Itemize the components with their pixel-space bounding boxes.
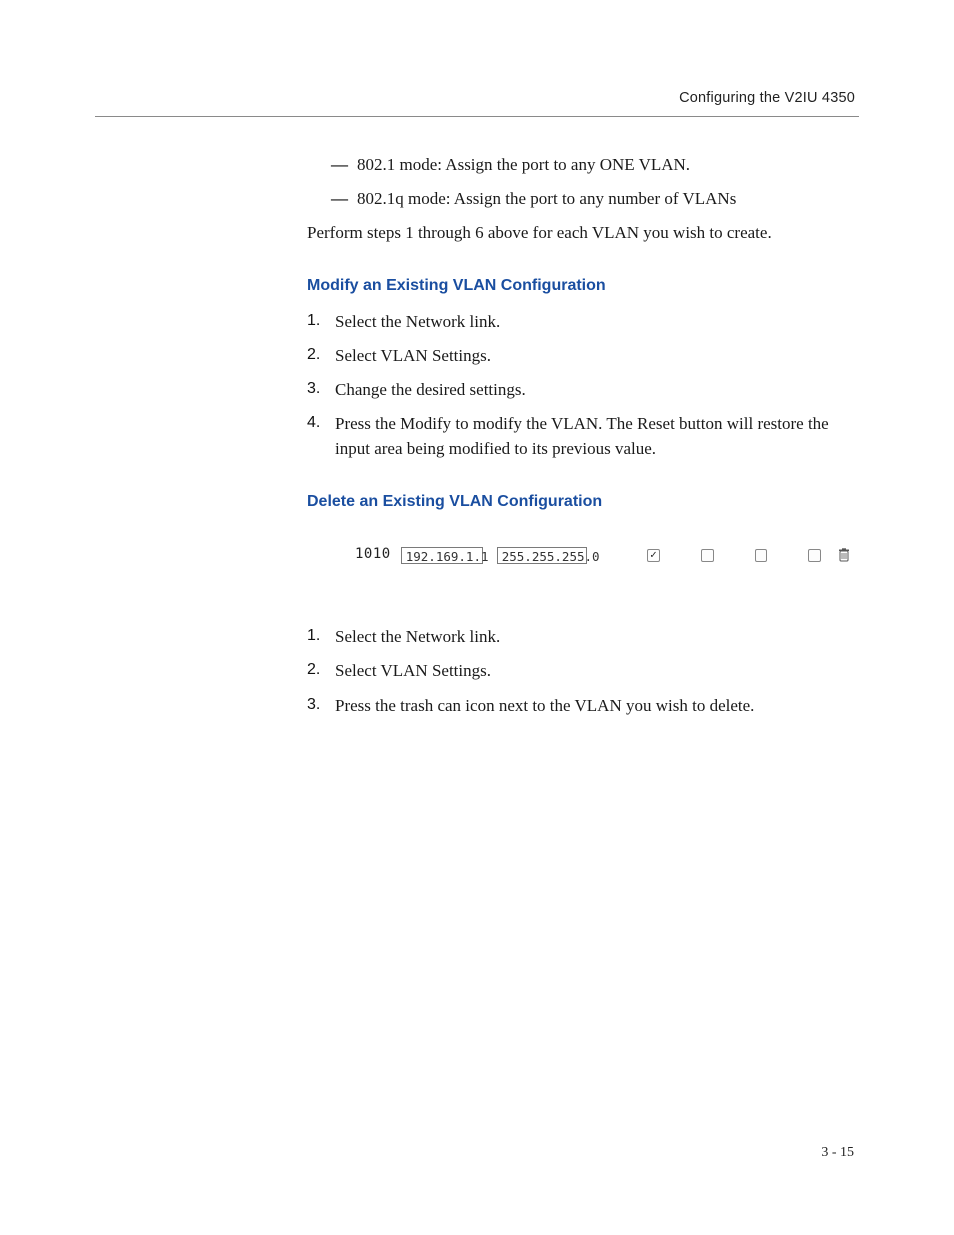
step-number: 1. <box>307 310 320 333</box>
step-text: Select VLAN Settings. <box>335 661 491 680</box>
page-content: 802.1 mode: Assign the port to any ONE V… <box>307 153 859 718</box>
modify-steps-list: 1. Select the Network link. 2. Select VLAN… <box>307 310 859 461</box>
step-number: 3. <box>307 694 320 717</box>
heading-delete-vlan: Delete an Existing VLAN Configuration <box>307 491 859 514</box>
delete-steps-list: 1. Select the Network link. 2. Select VLAN… <box>307 625 859 717</box>
ip-field[interactable]: 192.169.1.1 <box>401 547 483 564</box>
page: Configuring the V2IU 4350 802.1 mode: As… <box>0 0 954 1235</box>
checkbox-port-4[interactable] <box>808 549 821 562</box>
step-number: 4. <box>307 412 320 435</box>
step-text: Select VLAN Settings. <box>335 346 491 365</box>
list-item: 1. Select the Network link. <box>307 310 859 334</box>
checkbox-port-2[interactable] <box>701 549 714 562</box>
list-item: 4. Press the Modify to modify the VLAN. T… <box>307 412 859 460</box>
header-rule <box>95 116 859 117</box>
list-item: 2. Select VLAN Settings. <box>307 344 859 368</box>
list-item: 802.1 mode: Assign the port to any ONE V… <box>307 153 859 177</box>
vlan-row-screenshot: 1010 192.169.1.1 255.255.255.0 <box>307 531 859 587</box>
list-item: 2. Select VLAN Settings. <box>307 659 859 683</box>
dash-bullet-list: 802.1 mode: Assign the port to any ONE V… <box>307 153 859 211</box>
step-number: 3. <box>307 378 320 401</box>
page-number: 3 - 15 <box>821 1145 854 1161</box>
step-number: 2. <box>307 344 320 367</box>
trash-icon[interactable] <box>837 548 851 563</box>
list-item: 802.1q mode: Assign the port to any numb… <box>307 187 859 211</box>
list-item: 3. Change the desired settings. <box>307 378 859 402</box>
paragraph-perform-steps: Perform steps 1 through 6 above for each… <box>307 221 859 245</box>
vlan-row: 1010 192.169.1.1 255.255.255.0 <box>315 545 851 565</box>
page-running-header: Configuring the V2IU 4350 <box>95 90 859 106</box>
checkbox-port-3[interactable] <box>755 549 768 562</box>
list-item: 1. Select the Network link. <box>307 625 859 649</box>
step-text: Change the desired settings. <box>335 380 526 399</box>
checkbox-port-1[interactable] <box>647 549 660 562</box>
list-item: 3. Press the trash can icon next to the V… <box>307 694 859 718</box>
netmask-field[interactable]: 255.255.255.0 <box>497 547 587 564</box>
step-number: 2. <box>307 659 320 682</box>
step-text: Select the Network link. <box>335 627 500 646</box>
step-text: Press the trash can icon next to the VLA… <box>335 696 754 715</box>
vlan-id-label: 1010 <box>355 545 391 565</box>
heading-modify-vlan: Modify an Existing VLAN Configuration <box>307 275 859 298</box>
step-number: 1. <box>307 625 320 648</box>
step-text: Select the Network link. <box>335 312 500 331</box>
step-text: Press the Modify to modify the VLAN. The… <box>335 414 829 457</box>
